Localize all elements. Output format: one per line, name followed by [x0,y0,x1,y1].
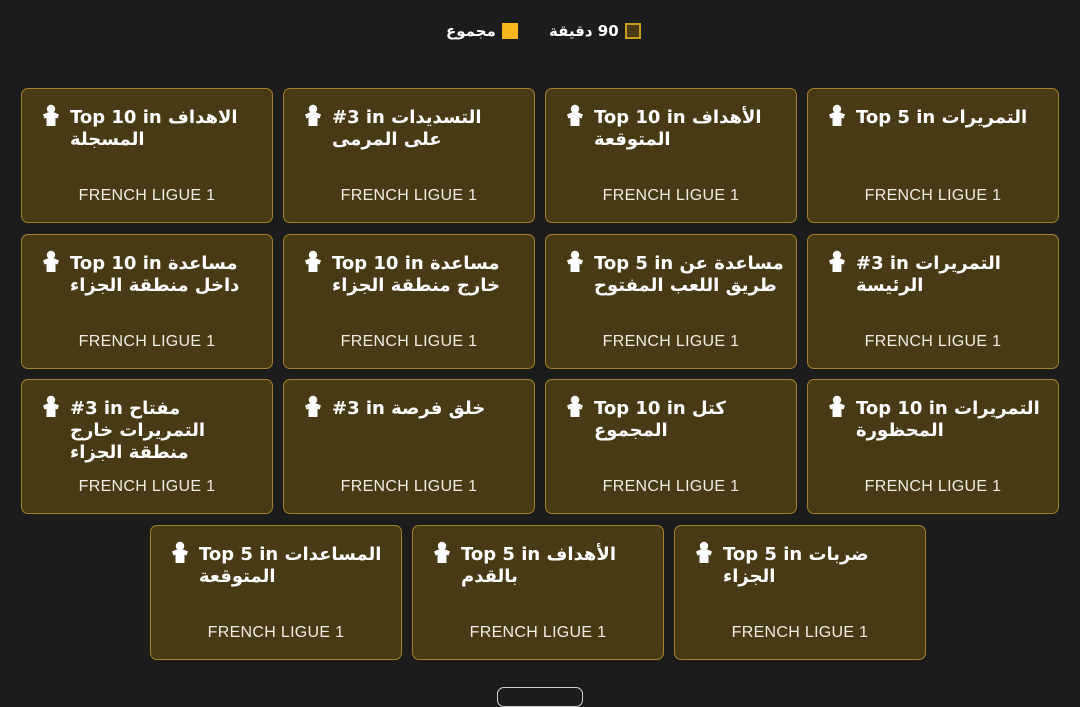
achievement-card[interactable]: Top 5 in التمريرات FRENCH LIGUE 1 [807,88,1059,223]
achievement-card[interactable]: Top 10 in الاهداف المسجلة FRENCH LIGUE 1 [21,88,273,223]
player-shirt-icon [564,395,586,419]
achievement-card[interactable]: Top 10 in الأهداف المتوقعة FRENCH LIGUE 1 [545,88,797,223]
legend-item-per90[interactable]: 90 دقيقة [549,21,641,41]
card-header: Top 10 in مساعدة خارج منطقة الجزاء [302,250,524,297]
player-shirt-icon [826,395,848,419]
card-header: Top 10 in الاهداف المسجلة [40,104,262,151]
card-header: Top 5 in المساعدات المتوقعة [169,541,391,588]
player-shirt-icon [564,250,586,274]
card-badge-text: Top 5 in ضربات الجزاء [723,544,869,587]
card-badge-text: Top 10 in الأهداف المتوقعة [594,107,762,150]
card-header: Top 5 in الأهداف بالقدم [431,541,653,588]
card-header: Top 5 in التمريرات [826,104,1048,129]
card-header: #3 in خلق فرصة [302,395,524,420]
card-league-label: FRENCH LIGUE 1 [602,333,740,350]
card-badge-text: Top 5 in التمريرات [856,107,1028,128]
achievement-card[interactable]: Top 10 in مساعدة داخل منطقة الجزاء FRENCH… [21,234,273,369]
card-badge-text: Top 5 in مساعدة عن طريق اللعب المفتوح [594,253,784,296]
card-header: Top 5 in ضربات الجزاء [693,541,915,588]
card-header: #3 in التمريرات الرئيسة [826,250,1048,297]
card-header: Top 10 in الأهداف المتوقعة [564,104,786,151]
player-shirt-icon [169,541,191,565]
legend: مجموع 90 دقيقة [0,21,1080,41]
card-header: #3 in مفتاح التمريرات خارج منطقة الجزاء [40,395,262,464]
player-shirt-icon [302,395,324,419]
card-league-label: FRENCH LIGUE 1 [340,333,478,350]
achievement-card[interactable]: #3 in مفتاح التمريرات خارج منطقة الجزاء F… [21,379,273,514]
achievement-card[interactable]: Top 5 in المساعدات المتوقعة FRENCH LIGUE … [150,525,402,660]
card-badge-text: Top 10 in كتل المجموع [594,398,726,441]
card-league-label: FRENCH LIGUE 1 [602,478,740,495]
card-league-label: FRENCH LIGUE 1 [78,187,216,204]
legend-total-label: مجموع [446,22,496,40]
card-header: Top 10 in التمريرات المحظورة [826,395,1048,442]
card-badge-text: #3 in التسديدات على المرمى [332,107,482,150]
card-badge-text: #3 in التمريرات الرئيسة [856,253,1001,296]
card-badge-text: Top 10 in مساعدة خارج منطقة الجزاء [332,253,500,296]
card-badge-text: Top 5 in الأهداف بالقدم [461,544,616,587]
player-shirt-icon [826,250,848,274]
per90-swatch [624,23,641,39]
player-shirt-icon [302,104,324,128]
more-button[interactable] [497,687,583,707]
player-shirt-icon [826,104,848,128]
card-badge-text: Top 5 in المساعدات المتوقعة [199,544,382,587]
legend-per90-label: 90 دقيقة [549,22,619,40]
total-swatch [501,23,518,39]
player-shirt-icon [302,250,324,274]
player-shirt-icon [431,541,453,565]
card-badge-text: Top 10 in التمريرات المحظورة [856,398,1040,441]
card-league-label: FRENCH LIGUE 1 [864,478,1002,495]
card-league-label: FRENCH LIGUE 1 [469,624,607,641]
card-header: Top 10 in كتل المجموع [564,395,786,442]
achievement-card[interactable]: #3 in التمريرات الرئيسة FRENCH LIGUE 1 [807,234,1059,369]
achievement-card[interactable]: Top 5 in مساعدة عن طريق اللعب المفتوح FRE… [545,234,797,369]
player-shirt-icon [564,104,586,128]
card-header: Top 5 in مساعدة عن طريق اللعب المفتوح [564,250,786,297]
card-league-label: FRENCH LIGUE 1 [731,624,869,641]
card-header: Top 10 in مساعدة داخل منطقة الجزاء [40,250,262,297]
card-league-label: FRENCH LIGUE 1 [78,333,216,350]
card-league-label: FRENCH LIGUE 1 [340,478,478,495]
player-shirt-icon [693,541,715,565]
achievement-card[interactable]: #3 in خلق فرصة FRENCH LIGUE 1 [283,379,535,514]
player-shirt-icon [40,250,62,274]
player-shirt-icon [40,395,62,419]
card-league-label: FRENCH LIGUE 1 [602,187,740,204]
achievement-card[interactable]: Top 5 in ضربات الجزاء FRENCH LIGUE 1 [674,525,926,660]
achievement-card[interactable]: Top 5 in الأهداف بالقدم FRENCH LIGUE 1 [412,525,664,660]
card-league-label: FRENCH LIGUE 1 [340,187,478,204]
card-league-label: FRENCH LIGUE 1 [78,478,216,495]
legend-item-total[interactable]: مجموع [446,21,518,41]
achievement-card[interactable]: Top 10 in التمريرات المحظورة FRENCH LIGUE… [807,379,1059,514]
card-badge-text: #3 in خلق فرصة [332,398,486,419]
card-league-label: FRENCH LIGUE 1 [864,187,1002,204]
card-league-label: FRENCH LIGUE 1 [207,624,345,641]
card-badge-text: #3 in مفتاح التمريرات خارج منطقة الجزاء [70,398,206,463]
achievement-card[interactable]: Top 10 in كتل المجموع FRENCH LIGUE 1 [545,379,797,514]
achievement-card[interactable]: #3 in التسديدات على المرمى FRENCH LIGUE 1 [283,88,535,223]
card-badge-text: Top 10 in الاهداف المسجلة [70,107,238,150]
achievement-card[interactable]: Top 10 in مساعدة خارج منطقة الجزاء FRENCH… [283,234,535,369]
player-shirt-icon [40,104,62,128]
card-league-label: FRENCH LIGUE 1 [864,333,1002,350]
card-header: #3 in التسديدات على المرمى [302,104,524,151]
card-badge-text: Top 10 in مساعدة داخل منطقة الجزاء [70,253,240,296]
